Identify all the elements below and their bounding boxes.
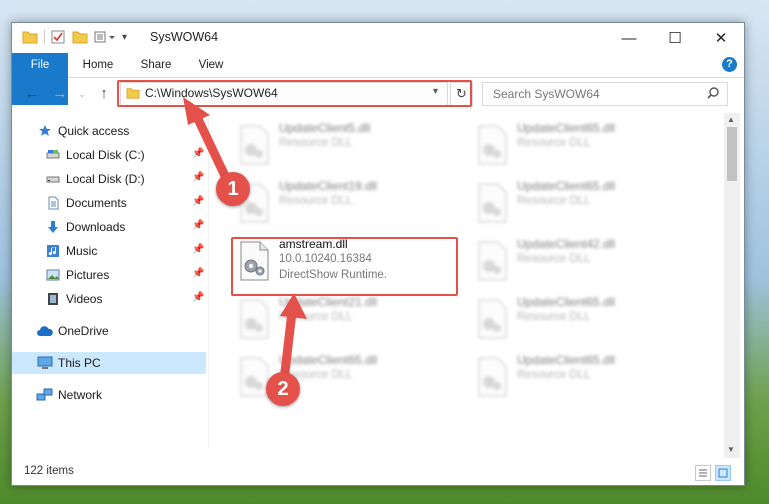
annotation-arrows — [183, 97, 307, 377]
arrow-2 — [280, 293, 307, 377]
step-badge-2: 2 — [266, 372, 300, 406]
step-badge-1: 1 — [216, 172, 250, 206]
arrow-1 — [183, 97, 231, 183]
